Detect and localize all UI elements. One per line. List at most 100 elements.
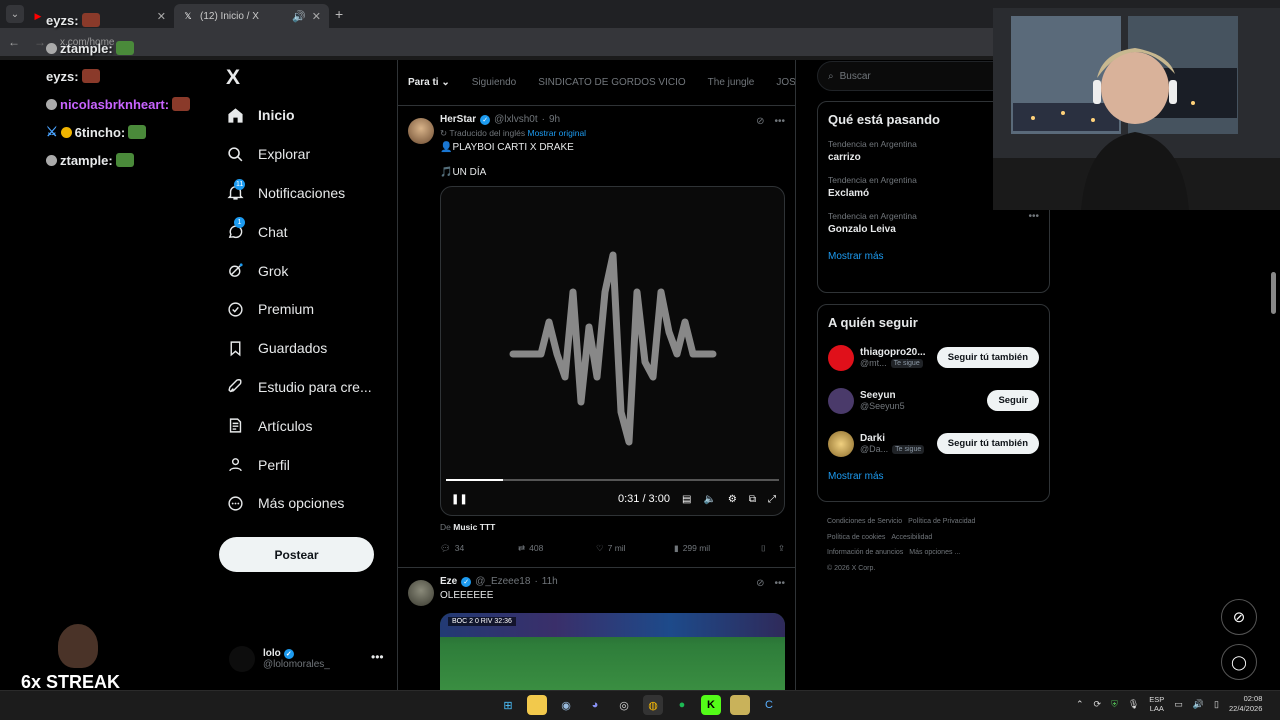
author-handle[interactable]: @lxlvsh0t bbox=[494, 114, 538, 125]
sidebar-item-inicio[interactable]: Inicio bbox=[226, 96, 386, 135]
file-explorer-icon[interactable] bbox=[527, 695, 547, 715]
sidebar-item-guardados[interactable]: Guardados bbox=[226, 329, 386, 368]
sidebar-item-grok[interactable]: Grok bbox=[226, 251, 386, 290]
who-show-more-link[interactable]: Mostrar más bbox=[828, 471, 1039, 482]
timestamp[interactable]: 9h bbox=[549, 114, 560, 125]
forward-icon[interactable]: → bbox=[34, 35, 46, 49]
account-switcher[interactable]: lolo ✓ @lolomorales_ ••• bbox=[229, 644, 389, 674]
x-logo[interactable]: X bbox=[226, 66, 240, 90]
messages-float-button[interactable]: ◯ bbox=[1221, 644, 1257, 680]
security-icon[interactable]: ⛨ bbox=[1111, 699, 1118, 710]
follow-suggestion[interactable]: thiagopro20... @mt... Te sigue Seguir tú … bbox=[828, 336, 1039, 379]
kick-icon[interactable]: K bbox=[701, 695, 721, 715]
sidebar-item-premium[interactable]: Premium bbox=[226, 290, 386, 329]
tweet[interactable]: HerStar ✓ @lxlvsh0t · 9h ⊘ ••• ↻ Traduci… bbox=[398, 106, 795, 568]
reply-button[interactable]: 💬︎ 34 bbox=[440, 543, 518, 554]
sidebar-item-notificaciones[interactable]: 11 Notificaciones bbox=[226, 174, 386, 213]
pause-icon[interactable]: ❚❚ bbox=[451, 494, 468, 505]
footer-link[interactable]: Accesibilidad bbox=[891, 534, 932, 541]
tab-siguiendo[interactable]: Siguiendo bbox=[472, 77, 516, 88]
avatar[interactable] bbox=[828, 344, 854, 371]
clock[interactable]: 02:08 22/4/2026 bbox=[1229, 694, 1262, 714]
video-progress-bar[interactable] bbox=[446, 479, 779, 481]
follow-suggestion[interactable]: Darki @Da... Te sigue Seguir tú también bbox=[828, 422, 1039, 465]
tab-jos[interactable]: JOS bbox=[776, 77, 795, 88]
grok-float-button[interactable]: ⊘ bbox=[1221, 599, 1257, 635]
more-options-icon[interactable]: ••• bbox=[774, 578, 785, 589]
language-indicator[interactable]: ESP LAA bbox=[1149, 695, 1164, 713]
show-original-link[interactable]: Mostrar original bbox=[527, 128, 586, 138]
avatar[interactable] bbox=[828, 430, 854, 457]
battery-icon[interactable]: ▯ bbox=[1214, 699, 1219, 710]
tab-the-jungle[interactable]: The jungle bbox=[708, 77, 755, 88]
footer-link[interactable]: Política de Privacidad bbox=[908, 518, 975, 525]
footer-link[interactable]: Más opciones ... bbox=[909, 549, 960, 556]
source-link[interactable]: Music TTT bbox=[453, 522, 495, 532]
video-player[interactable]: ❚❚ 0:31 / 3:00 ▤ 🔈 ⚙ ⧉ ⤢ bbox=[440, 186, 785, 516]
back-icon[interactable]: ← bbox=[8, 35, 20, 49]
new-tab-icon[interactable]: + bbox=[335, 6, 343, 22]
avatar[interactable] bbox=[828, 387, 854, 414]
footer-link[interactable]: Información de anuncios bbox=[827, 549, 903, 556]
captions-icon[interactable]: ▤ bbox=[682, 494, 691, 505]
follow-button[interactable]: Seguir bbox=[987, 390, 1039, 411]
fullscreen-icon[interactable]: ⤢ bbox=[768, 494, 776, 505]
views-button[interactable]: ▮ 299 mil bbox=[674, 543, 752, 554]
repost-button[interactable]: ⇄ 408 bbox=[518, 543, 596, 554]
dot-separator: · bbox=[534, 576, 538, 587]
post-button[interactable]: Postear bbox=[219, 537, 374, 572]
grok-icon[interactable]: ⊘ bbox=[756, 578, 764, 589]
sync-icon[interactable]: ⟳ bbox=[1094, 699, 1102, 710]
author-name[interactable]: HerStar bbox=[440, 114, 476, 125]
sidebar-item-perfil[interactable]: Perfil bbox=[226, 445, 386, 484]
avatar[interactable] bbox=[408, 118, 434, 144]
volume-icon[interactable]: 🔊 bbox=[1193, 699, 1204, 710]
trend-item[interactable]: Tendencia en Argentina Gonzalo Leiva ••• bbox=[828, 211, 1039, 235]
settings-icon[interactable]: ⚙ bbox=[728, 494, 737, 505]
grok-icon[interactable]: ⊘ bbox=[756, 116, 764, 127]
spotify-icon[interactable]: ● bbox=[672, 695, 692, 715]
suggestion-handle: @mt... bbox=[860, 358, 887, 368]
footer-link[interactable]: Condiciones de Servicio bbox=[827, 518, 902, 525]
windows-start-icon[interactable]: ⊞ bbox=[498, 695, 518, 715]
tweet[interactable]: Eze ✓ @_Ezeee18 · 11h ⊘ ••• OLEEEEEE BOC… bbox=[398, 568, 795, 690]
app-icon[interactable]: C bbox=[759, 695, 779, 715]
tab-list-chevron-icon[interactable]: ⌄ bbox=[6, 5, 24, 23]
discord-icon[interactable]: ◕ bbox=[585, 695, 605, 715]
more-options-icon[interactable]: ••• bbox=[1028, 211, 1039, 222]
author-handle[interactable]: @_Ezeee18 bbox=[475, 576, 530, 587]
bookmark-icon[interactable]: ⌷ bbox=[761, 543, 766, 554]
close-tab-icon[interactable]: ✕ bbox=[312, 10, 321, 23]
tab-sindicato[interactable]: SINDICATO DE GORDOS VICIO bbox=[538, 77, 685, 88]
follow-back-button[interactable]: Seguir tú también bbox=[936, 347, 1039, 368]
author-name[interactable]: Eze bbox=[440, 576, 457, 587]
volume-icon[interactable]: 🔈 bbox=[703, 494, 715, 505]
scrollbar[interactable] bbox=[1271, 272, 1276, 314]
trends-show-more-link[interactable]: Mostrar más bbox=[828, 251, 1039, 262]
obs-icon[interactable]: ◎ bbox=[614, 695, 634, 715]
sidebar-item-chat[interactable]: 1 Chat bbox=[226, 212, 386, 251]
microphone-icon[interactable]: 🎙︎ bbox=[1128, 699, 1139, 710]
sidebar-item-explorar[interactable]: Explorar bbox=[226, 135, 386, 174]
follow-back-button[interactable]: Seguir tú también bbox=[936, 433, 1039, 454]
like-button[interactable]: ♡ 7 mil bbox=[596, 543, 674, 554]
tab-para-ti[interactable]: Para ti ⌄ bbox=[408, 77, 450, 88]
audio-icon[interactable]: 🔊 bbox=[292, 10, 306, 23]
avatar[interactable] bbox=[408, 580, 434, 606]
game-launcher-icon[interactable] bbox=[730, 695, 750, 715]
sidebar-item-articulos[interactable]: Artículos bbox=[226, 406, 386, 445]
more-options-icon[interactable]: ••• bbox=[371, 650, 384, 664]
share-icon[interactable]: ⇪ bbox=[778, 543, 785, 554]
sidebar-item-mas-opciones[interactable]: Más opciones bbox=[226, 484, 386, 523]
footer-link[interactable]: Política de cookies bbox=[827, 534, 885, 541]
sidebar-item-estudio[interactable]: Estudio para cre... bbox=[226, 368, 386, 407]
follow-suggestion[interactable]: Seeyun @Seeyun5 Seguir bbox=[828, 379, 1039, 422]
steam-icon[interactable]: ◉ bbox=[556, 695, 576, 715]
football-match-image[interactable]: BOC 2 0 RIV 32:36 bbox=[440, 613, 785, 690]
chevron-up-icon[interactable]: ⌃ bbox=[1076, 699, 1084, 710]
chrome-icon[interactable]: ◍ bbox=[643, 695, 663, 715]
more-options-icon[interactable]: ••• bbox=[774, 116, 785, 127]
picture-in-picture-icon[interactable]: ⧉ bbox=[749, 494, 756, 505]
timestamp[interactable]: 11h bbox=[542, 576, 558, 587]
network-icon[interactable]: ▭ bbox=[1174, 699, 1183, 710]
